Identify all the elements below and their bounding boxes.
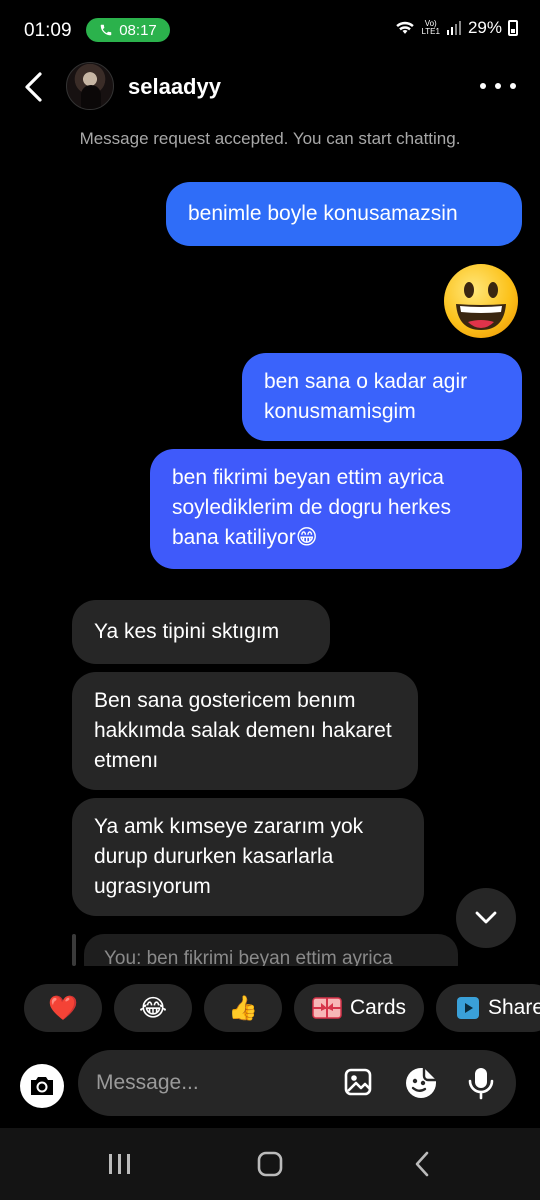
system-back-button[interactable] [402, 1148, 442, 1180]
status-time: 01:09 [24, 20, 72, 41]
recent-apps-button[interactable] [100, 1148, 140, 1180]
laughing-tears-icon: 😂 [138, 994, 168, 1022]
quick-reaction-thumbs-up[interactable]: 👍 [204, 984, 282, 1032]
heart-icon: ❤️ [48, 994, 78, 1022]
request-accepted-notice: Message request accepted. You can start … [79, 129, 461, 148]
quick-reaction-heart[interactable]: ❤️ [24, 984, 102, 1032]
phone-icon [100, 24, 112, 36]
share-label: Share [488, 996, 540, 1019]
chat-username[interactable]: selaadyy [128, 74, 221, 100]
gallery-button[interactable] [342, 1066, 376, 1100]
message-bubble-received[interactable]: Ben sana gostericem benım hakkımda salak… [72, 672, 418, 790]
call-duration: 08:17 [119, 21, 157, 39]
message-input[interactable] [96, 1050, 326, 1116]
camera-button[interactable] [20, 1064, 64, 1108]
quick-reactions-row: ❤️ 😂 👍 Cards Share [24, 984, 540, 1032]
reply-preview[interactable]: You: ben fikrimi beyan ettim ayrica [72, 934, 458, 966]
volte-indicator: Vo) LTE1 [421, 19, 440, 36]
message-bubble-sent[interactable]: ben fikrimi beyan ettim ayrica soyledikl… [150, 449, 522, 569]
scroll-to-bottom-button[interactable] [456, 888, 516, 948]
back-button[interactable] [18, 70, 50, 104]
dot-icon [495, 83, 501, 89]
home-icon [257, 1151, 283, 1177]
camera-icon [31, 1077, 53, 1095]
share-button[interactable]: Share [436, 984, 540, 1032]
battery-icon [508, 20, 518, 36]
sticker-icon [406, 1068, 436, 1098]
thumbs-up-icon: 👍 [228, 994, 258, 1022]
ongoing-call-pill[interactable]: 08:17 [86, 18, 170, 42]
home-button[interactable] [250, 1148, 290, 1180]
message-composer [78, 1050, 516, 1116]
chat-header: selaadyy [0, 56, 540, 120]
battery-percent: 29% [467, 18, 502, 37]
message-bubble-sent[interactable]: ben sana o kadar agir konusmamisgim [242, 353, 522, 441]
status-indicators: Vo) LTE1 29% [395, 18, 518, 38]
signal-icon [446, 21, 461, 35]
message-bubble-received[interactable]: Ya kes tipini sktıgım [72, 600, 330, 664]
message-bubble-received[interactable]: Ya amk kımseye zararım yok durup dururke… [72, 798, 424, 916]
dot-icon [480, 83, 486, 89]
cards-label: Cards [349, 996, 407, 1019]
message-bubble-sent[interactable]: benimle boyle konusamazsin [166, 182, 522, 246]
chevron-left-icon [415, 1151, 429, 1177]
more-options-button[interactable] [480, 74, 516, 98]
dot-icon [510, 83, 516, 89]
grinning-face-emoji[interactable] [442, 262, 520, 340]
grinning-face-icon [444, 264, 518, 338]
reply-indicator-bar [72, 934, 76, 966]
share-icon [457, 997, 479, 1019]
chevron-left-icon [25, 72, 42, 102]
sticker-button[interactable] [404, 1066, 438, 1100]
reply-preview-text: You: ben fikrimi beyan ettim ayrica [84, 934, 458, 966]
chevron-down-icon [475, 911, 497, 924]
microphone-icon [468, 1068, 494, 1100]
wifi-icon [396, 21, 415, 34]
recent-apps-icon [109, 1154, 130, 1174]
cards-button[interactable]: Cards [294, 984, 424, 1032]
quick-reaction-laughing[interactable]: 😂 [114, 984, 192, 1032]
gift-card-icon [312, 997, 342, 1019]
voice-message-button[interactable] [464, 1066, 498, 1100]
status-bar: 01:09 08:17 Vo) LTE1 29% [0, 0, 540, 60]
system-navigation-bar [0, 1128, 540, 1200]
gallery-icon [344, 1068, 372, 1096]
avatar[interactable] [66, 62, 114, 110]
